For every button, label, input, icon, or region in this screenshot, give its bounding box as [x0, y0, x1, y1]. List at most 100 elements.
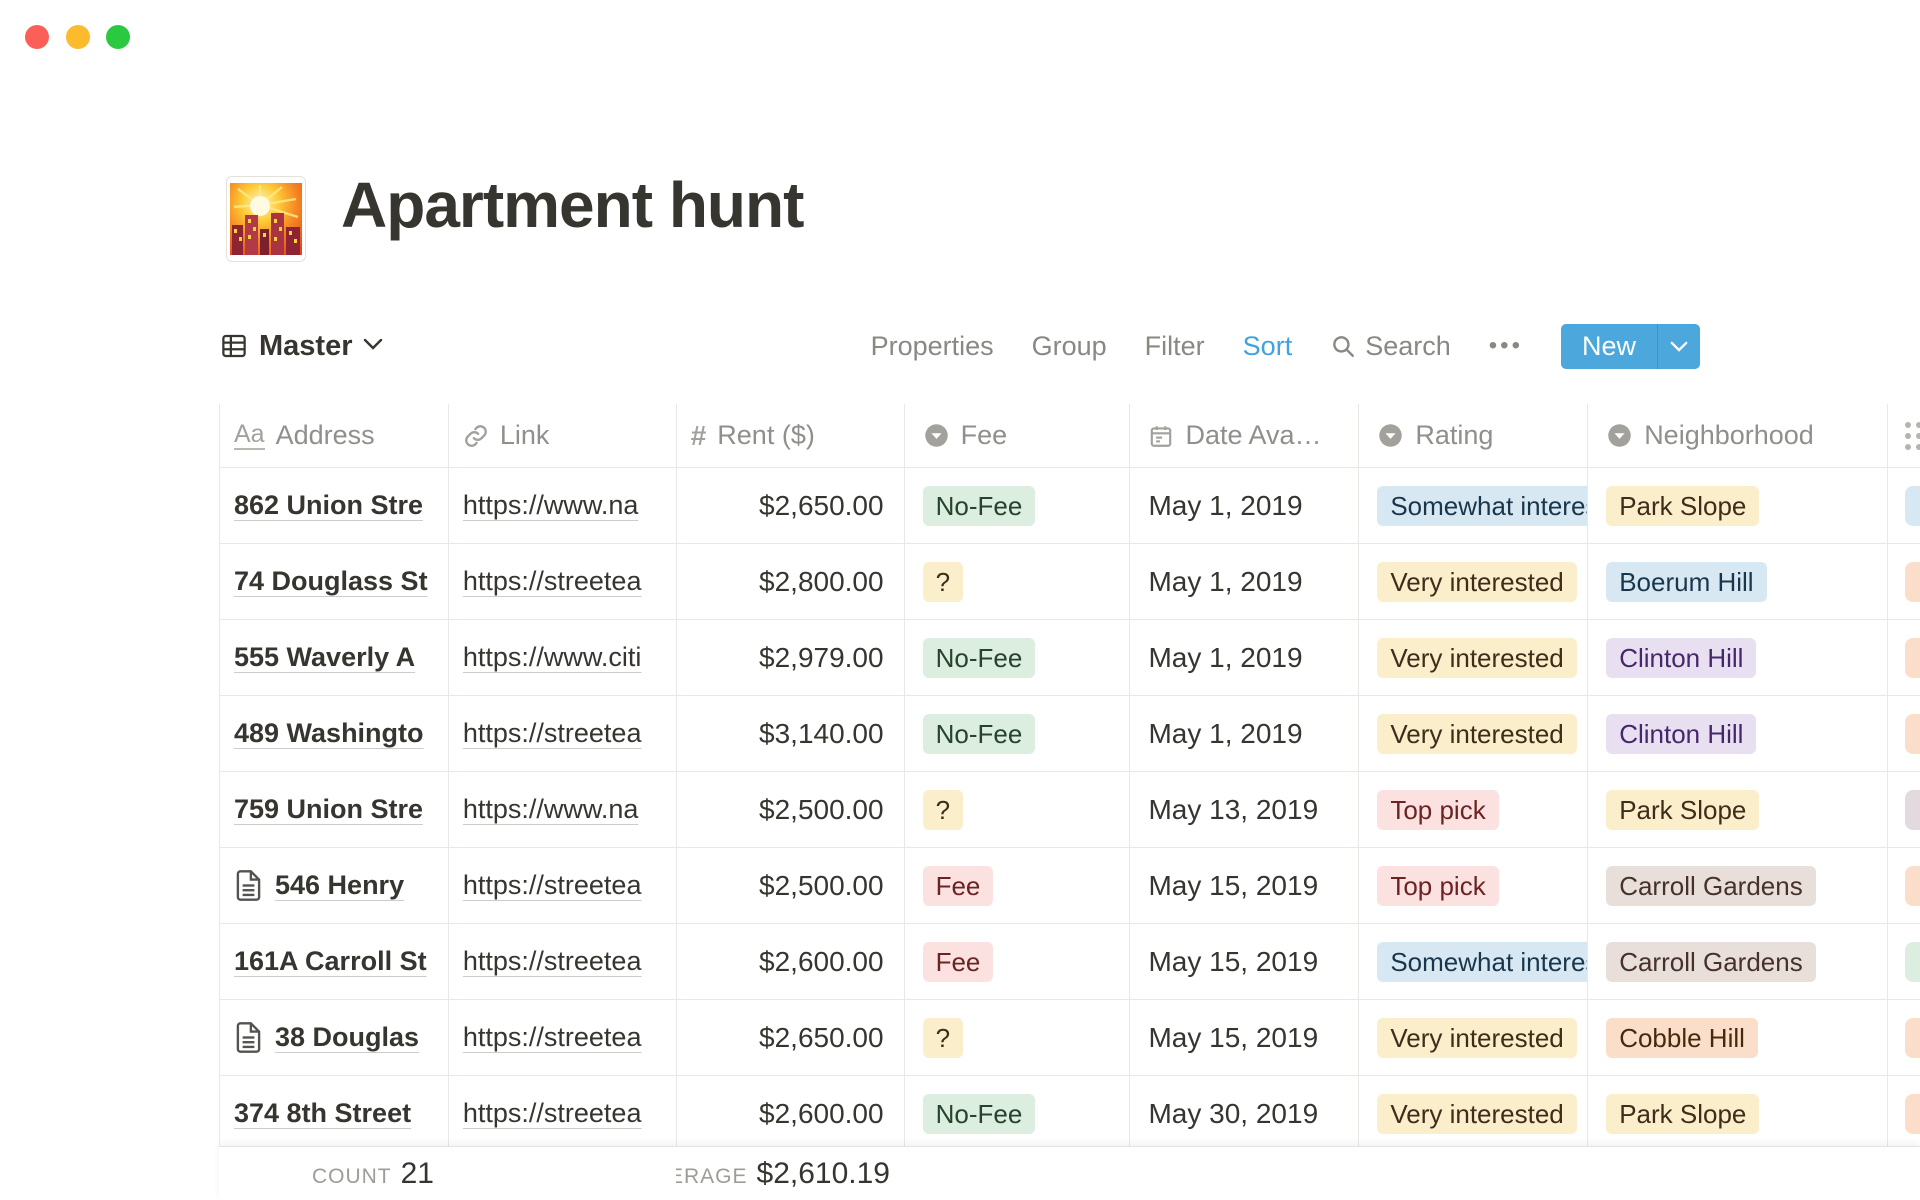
cell-partial-column[interactable] [1888, 468, 1920, 543]
cell-partial-column[interactable] [1888, 1076, 1920, 1151]
cell-rent[interactable]: $2,500.00 [677, 772, 905, 847]
cell-partial-column[interactable] [1888, 544, 1920, 619]
cell-neighborhood[interactable]: Park Slope [1588, 772, 1888, 847]
cell-rent[interactable]: $2,600.00 [677, 924, 905, 999]
cell-fee[interactable]: No-Fee [905, 696, 1131, 771]
cell-rating[interactable]: Very interested [1359, 1076, 1588, 1151]
cell-fee[interactable]: ? [905, 544, 1131, 619]
cell-date-available[interactable]: May 1, 2019 [1130, 620, 1359, 695]
cell-rent[interactable]: $2,979.00 [677, 620, 905, 695]
column-header-partial[interactable] [1888, 404, 1920, 467]
column-header-fee[interactable]: Fee [905, 404, 1131, 467]
cell-address[interactable]: 374 8th Street [220, 1076, 449, 1151]
new-button-chevron chevron-down-icon[interactable] [1657, 324, 1700, 369]
cell-rent[interactable]: $2,500.00 [677, 848, 905, 923]
cell-date-available[interactable]: May 15, 2019 [1130, 924, 1359, 999]
cell-partial-column[interactable] [1888, 696, 1920, 771]
cell-neighborhood[interactable]: Park Slope [1588, 468, 1888, 543]
cell-address[interactable]: 546 Henry [220, 848, 449, 923]
column-header-address[interactable]: Aa Address [220, 404, 449, 467]
traffic-light-zoom-button[interactable] [106, 25, 130, 49]
view-switcher[interactable]: Master [219, 330, 383, 363]
cell-fee[interactable]: No-Fee [905, 1076, 1131, 1151]
cell-link[interactable]: https://www.citi [449, 620, 677, 695]
cell-fee[interactable]: ? [905, 772, 1131, 847]
cell-address[interactable]: 161A Carroll St [220, 924, 449, 999]
column-header-rent[interactable]: # Rent ($) [677, 404, 905, 467]
cell-neighborhood[interactable]: Clinton Hill [1588, 620, 1888, 695]
cell-link[interactable]: https://streetea [449, 696, 677, 771]
column-header-rating[interactable]: Rating [1359, 404, 1588, 467]
toolbar-sort-button[interactable]: Sort [1243, 331, 1293, 362]
cell-date-available[interactable]: May 1, 2019 [1130, 468, 1359, 543]
cell-link[interactable]: https://streetea [449, 1076, 677, 1151]
footer-count[interactable]: COUNT 21 [219, 1147, 448, 1200]
cell-link[interactable]: https://streetea [449, 924, 677, 999]
cell-rating[interactable]: Very interested [1359, 544, 1588, 619]
cell-address[interactable]: 555 Waverly A [220, 620, 449, 695]
cell-fee[interactable]: ? [905, 1000, 1131, 1075]
cell-partial-column[interactable] [1888, 620, 1920, 695]
cell-neighborhood[interactable]: Boerum Hill [1588, 544, 1888, 619]
cell-neighborhood[interactable]: Carroll Gardens [1588, 924, 1888, 999]
cell-partial-column[interactable] [1888, 772, 1920, 847]
cell-partial-column[interactable] [1888, 924, 1920, 999]
cell-rating[interactable]: Top pick [1359, 848, 1588, 923]
table-row: 74 Douglass St https://streetea $2,800.0… [219, 544, 1920, 620]
cell-rating[interactable]: Very interested [1359, 1000, 1588, 1075]
cell-rating[interactable]: Very interested [1359, 620, 1588, 695]
cell-neighborhood[interactable]: Clinton Hill [1588, 696, 1888, 771]
cell-fee[interactable]: Fee [905, 924, 1131, 999]
cell-rating[interactable]: Very interested [1359, 696, 1588, 771]
cell-link[interactable]: https://streetea [449, 544, 677, 619]
cell-address[interactable]: 38 Douglas [220, 1000, 449, 1075]
toolbar-filter-button[interactable]: Filter [1145, 331, 1205, 362]
footer-average[interactable]: AVERAGE $2,610.19 [676, 1147, 904, 1200]
cell-fee[interactable]: No-Fee [905, 620, 1131, 695]
date-value: May 15, 2019 [1148, 870, 1318, 902]
cell-rating[interactable]: Somewhat interested [1359, 924, 1588, 999]
cell-address[interactable]: 74 Douglass St [220, 544, 449, 619]
cell-address[interactable]: 489 Washingto [220, 696, 449, 771]
toolbar-more-button more-icon[interactable]: ••• [1489, 332, 1523, 360]
cell-date-available[interactable]: May 1, 2019 [1130, 696, 1359, 771]
cell-link[interactable]: https://streetea [449, 848, 677, 923]
cell-rent[interactable]: $2,650.00 [677, 1000, 905, 1075]
cell-rent[interactable]: $2,650.00 [677, 468, 905, 543]
cell-date-available[interactable]: May 1, 2019 [1130, 544, 1359, 619]
cell-rating[interactable]: Somewhat interested [1359, 468, 1588, 543]
cell-fee[interactable]: No-Fee [905, 468, 1131, 543]
cell-link[interactable]: https://www.na [449, 772, 677, 847]
column-header-link[interactable]: Link [449, 404, 677, 467]
cell-neighborhood[interactable]: Cobble Hill [1588, 1000, 1888, 1075]
cell-date-available[interactable]: May 13, 2019 [1130, 772, 1359, 847]
cell-neighborhood[interactable]: Carroll Gardens [1588, 848, 1888, 923]
cell-rent[interactable]: $2,600.00 [677, 1076, 905, 1151]
table-row: 555 Waverly A https://www.citi $2,979.00… [219, 620, 1920, 696]
cell-fee[interactable]: Fee [905, 848, 1131, 923]
cell-partial-column[interactable] [1888, 848, 1920, 923]
column-header-date-available[interactable]: Date Ava… [1130, 404, 1359, 467]
toolbar-search-button[interactable]: Search [1330, 331, 1451, 362]
link-icon [463, 423, 489, 449]
cell-partial-column[interactable] [1888, 1000, 1920, 1075]
cell-address[interactable]: 759 Union Stre [220, 772, 449, 847]
page-emoji sunset-over-buildings-icon[interactable] [226, 176, 306, 262]
cell-address[interactable]: 862 Union Stre [220, 468, 449, 543]
cell-rent[interactable]: $2,800.00 [677, 544, 905, 619]
column-header-neighborhood[interactable]: Neighborhood [1588, 404, 1888, 467]
cell-date-available[interactable]: May 15, 2019 [1130, 848, 1359, 923]
new-button[interactable]: New [1561, 324, 1700, 369]
cell-rating[interactable]: Top pick [1359, 772, 1588, 847]
cell-link[interactable]: https://www.na [449, 468, 677, 543]
new-button-label[interactable]: New [1561, 324, 1657, 369]
cell-link[interactable]: https://streetea [449, 1000, 677, 1075]
cell-rent[interactable]: $3,140.00 [677, 696, 905, 771]
cell-date-available[interactable]: May 15, 2019 [1130, 1000, 1359, 1075]
toolbar-group-button[interactable]: Group [1032, 331, 1107, 362]
cell-neighborhood[interactable]: Park Slope [1588, 1076, 1888, 1151]
toolbar-properties-button[interactable]: Properties [871, 331, 994, 362]
traffic-light-close-button[interactable] [25, 25, 49, 49]
traffic-light-minimize-button[interactable] [66, 25, 90, 49]
cell-date-available[interactable]: May 30, 2019 [1130, 1076, 1359, 1151]
